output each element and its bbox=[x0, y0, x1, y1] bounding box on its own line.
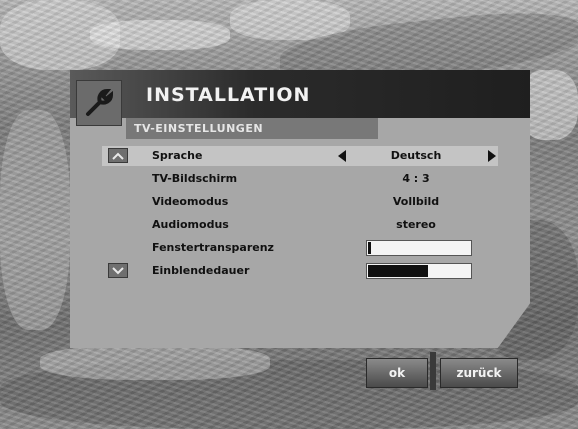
setting-label: Einblendedauer bbox=[152, 264, 250, 277]
setting-label: Audiomodus bbox=[152, 218, 229, 231]
osd-panel: INSTALLATION TV-EINSTELLUNGEN Sprache De… bbox=[70, 70, 530, 348]
setting-value: stereo bbox=[396, 218, 436, 231]
setting-row-tv-bildschirm[interactable]: TV-Bildschirm 4 : 3 bbox=[70, 168, 530, 191]
page-subtitle: TV-EINSTELLUNGEN bbox=[134, 122, 264, 135]
setting-value: Vollbild bbox=[392, 195, 440, 208]
chevron-up-icon[interactable] bbox=[108, 148, 128, 163]
duration-slider[interactable] bbox=[366, 263, 472, 279]
page-title: INSTALLATION bbox=[146, 84, 311, 106]
transparency-slider[interactable] bbox=[366, 240, 472, 256]
setting-row-sprache[interactable]: Sprache Deutsch bbox=[70, 145, 530, 168]
setting-value: 4 : 3 bbox=[402, 172, 430, 185]
setting-row-einblendedauer[interactable]: Einblendedauer bbox=[70, 260, 530, 283]
wrench-icon bbox=[76, 80, 122, 126]
ok-button[interactable]: ok bbox=[366, 358, 428, 388]
back-button[interactable]: zurück bbox=[440, 358, 518, 388]
arrow-left-icon[interactable] bbox=[338, 150, 346, 162]
setting-row-audiomodus[interactable]: Audiomodus stereo bbox=[70, 214, 530, 237]
settings-list: Sprache Deutsch TV-Bildschirm 4 : 3 Vide… bbox=[70, 145, 530, 283]
setting-value: Deutsch bbox=[390, 149, 442, 162]
slider-fill bbox=[368, 265, 429, 277]
setting-row-fenstertransparenz[interactable]: Fenstertransparenz bbox=[70, 237, 530, 260]
chevron-down-icon[interactable] bbox=[108, 263, 128, 278]
setting-label: Sprache bbox=[152, 149, 203, 162]
setting-row-videomodus[interactable]: Videomodus Vollbild bbox=[70, 191, 530, 214]
slider-fill bbox=[368, 242, 372, 254]
setting-label: Fenstertransparenz bbox=[152, 241, 274, 254]
setting-label: Videomodus bbox=[152, 195, 229, 208]
arrow-right-icon[interactable] bbox=[488, 150, 496, 162]
setting-label: TV-Bildschirm bbox=[152, 172, 238, 185]
button-divider bbox=[430, 352, 436, 390]
